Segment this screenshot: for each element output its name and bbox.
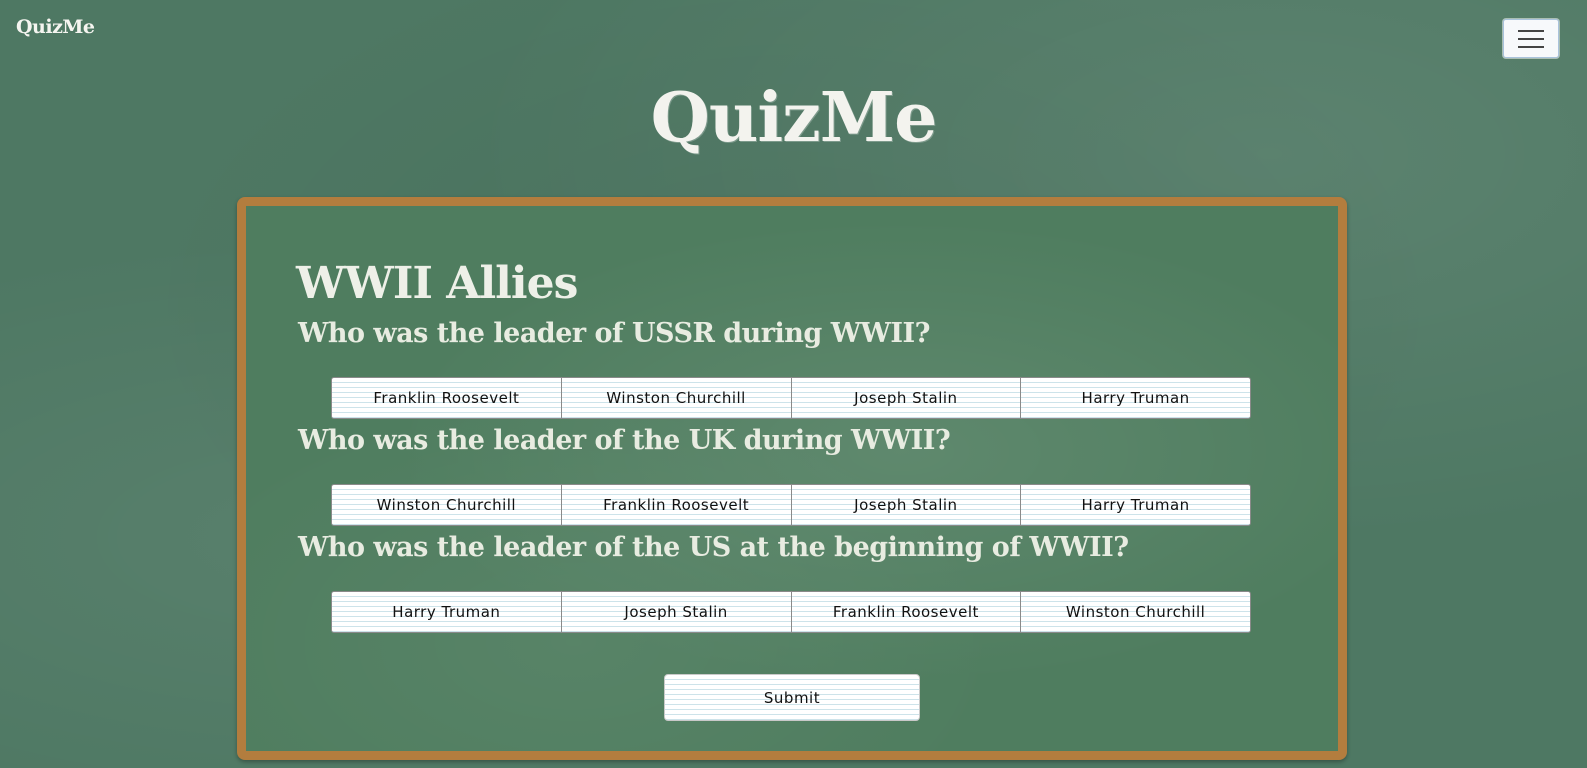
answer-option[interactable]: Harry Truman bbox=[331, 591, 562, 633]
hamburger-menu-icon bbox=[1518, 29, 1544, 32]
page-title: QuizMe bbox=[650, 78, 938, 158]
answer-group-2: Winston Churchill Franklin Roosevelt Jos… bbox=[331, 484, 1251, 526]
hamburger-menu-button[interactable] bbox=[1503, 19, 1559, 58]
navbar-brand[interactable]: QuizMe bbox=[16, 16, 95, 38]
hamburger-menu-icon-bar bbox=[1518, 45, 1544, 48]
quiz-title: WWII Allies bbox=[296, 258, 578, 309]
answer-option[interactable]: Joseph Stalin bbox=[790, 484, 1022, 526]
answer-option[interactable]: Winston Churchill bbox=[560, 377, 792, 419]
answer-option[interactable]: Franklin Roosevelt bbox=[331, 377, 562, 419]
quiz-board: WWII Allies Who was the leader of USSR d… bbox=[237, 197, 1347, 760]
answer-option[interactable]: Winston Churchill bbox=[331, 484, 562, 526]
question-1: Who was the leader of USSR during WWII? bbox=[298, 318, 930, 349]
hamburger-menu-icon-bar bbox=[1518, 37, 1544, 40]
answer-option[interactable]: Harry Truman bbox=[1020, 377, 1251, 419]
answer-option[interactable]: Franklin Roosevelt bbox=[790, 591, 1022, 633]
question-2: Who was the leader of the UK during WWII… bbox=[298, 425, 951, 456]
question-3: Who was the leader of the US at the begi… bbox=[298, 532, 1129, 563]
answer-option[interactable]: Joseph Stalin bbox=[560, 591, 792, 633]
answer-option[interactable]: Harry Truman bbox=[1020, 484, 1251, 526]
answer-group-1: Franklin Roosevelt Winston Churchill Jos… bbox=[331, 377, 1251, 419]
answer-group-3: Harry Truman Joseph Stalin Franklin Roos… bbox=[331, 591, 1251, 633]
answer-option[interactable]: Franklin Roosevelt bbox=[560, 484, 792, 526]
answer-option[interactable]: Winston Churchill bbox=[1020, 591, 1251, 633]
submit-button[interactable]: Submit bbox=[664, 674, 920, 721]
answer-option[interactable]: Joseph Stalin bbox=[790, 377, 1022, 419]
